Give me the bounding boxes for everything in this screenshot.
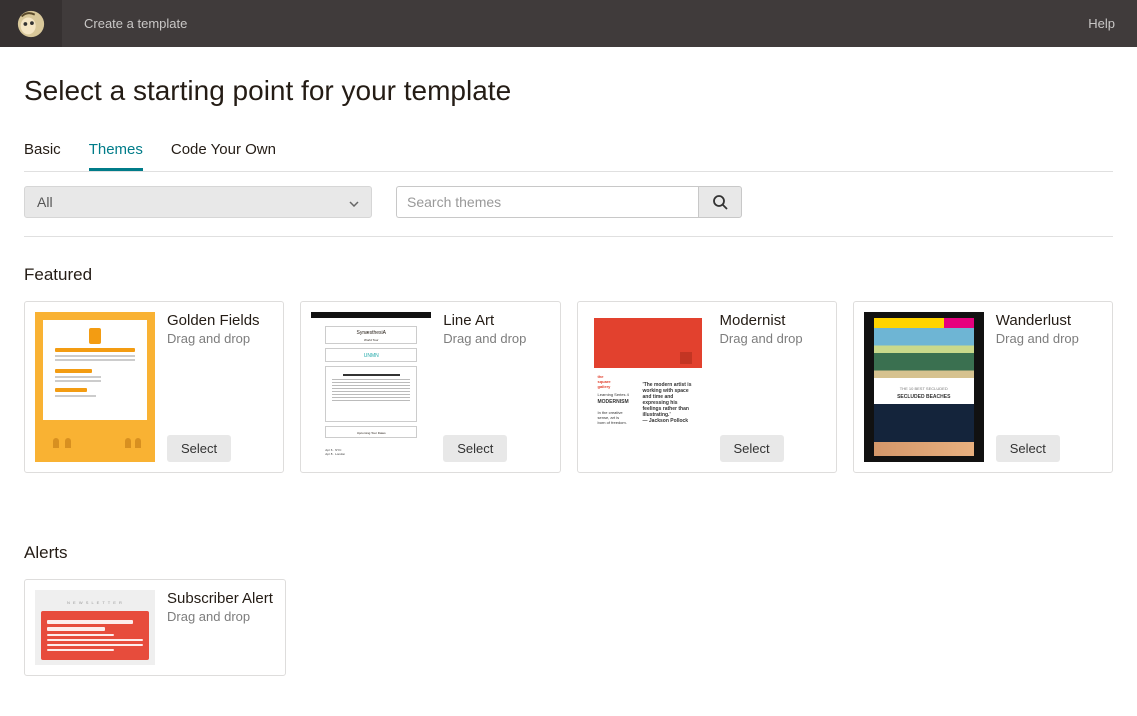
template-subtitle: Drag and drop: [720, 331, 826, 346]
create-template-link[interactable]: Create a template: [62, 16, 209, 31]
template-thumbnail[interactable]: thesquaregallery Learning Series 4 MODER…: [588, 312, 708, 462]
template-subtitle: Drag and drop: [167, 331, 273, 346]
tabs: Basic Themes Code Your Own: [24, 141, 1113, 172]
select-button[interactable]: Select: [996, 435, 1060, 462]
alerts-heading: Alerts: [24, 543, 1113, 563]
dropdown-selected: All: [37, 194, 53, 210]
template-thumbnail[interactable]: THE 10 BEST SECLUDEDSECLUDED BEACHES: [864, 312, 984, 462]
filters-row: All: [24, 172, 1113, 237]
template-subtitle: Drag and drop: [167, 609, 275, 624]
template-title: Line Art: [443, 312, 549, 329]
select-button[interactable]: Select: [167, 435, 231, 462]
tab-code-your-own[interactable]: Code Your Own: [171, 141, 276, 171]
search-button[interactable]: [698, 186, 742, 218]
top-bar: Create a template Help: [0, 0, 1137, 47]
template-title: Subscriber Alert: [167, 590, 275, 607]
search-input[interactable]: [396, 186, 698, 218]
template-thumbnail[interactable]: [35, 312, 155, 462]
page-title: Select a starting point for your templat…: [24, 75, 1113, 107]
template-thumbnail[interactable]: N E W S L E T T E R: [35, 590, 155, 665]
template-card-wanderlust: THE 10 BEST SECLUDEDSECLUDED BEACHES Wan…: [853, 301, 1113, 473]
template-card-line-art: SynæsthesiAWorld Tour UNMN Upcoming Tour…: [300, 301, 560, 473]
main-content: Select a starting point for your templat…: [0, 47, 1137, 716]
category-dropdown[interactable]: All: [24, 186, 372, 218]
search-icon: [712, 194, 728, 210]
select-button[interactable]: Select: [720, 435, 784, 462]
chevron-down-icon: [349, 194, 359, 210]
alerts-row: N E W S L E T T E R Subscriber Alert Dra…: [24, 579, 1113, 676]
template-card-golden-fields: Golden Fields Drag and drop Select: [24, 301, 284, 473]
search-wrap: [396, 186, 742, 218]
template-thumbnail[interactable]: SynæsthesiAWorld Tour UNMN Upcoming Tour…: [311, 312, 431, 462]
template-subtitle: Drag and drop: [996, 331, 1102, 346]
tab-basic[interactable]: Basic: [24, 141, 61, 171]
featured-heading: Featured: [24, 265, 1113, 285]
template-card-subscriber-alert: N E W S L E T T E R Subscriber Alert Dra…: [24, 579, 286, 676]
featured-row: Golden Fields Drag and drop Select Synæs…: [24, 301, 1113, 473]
mailchimp-logo-icon[interactable]: [0, 0, 62, 47]
mailchimp-icon: [16, 9, 46, 39]
tab-themes[interactable]: Themes: [89, 141, 143, 171]
template-title: Wanderlust: [996, 312, 1102, 329]
help-link[interactable]: Help: [1066, 16, 1137, 31]
template-title: Golden Fields: [167, 312, 273, 329]
topbar-left: Create a template: [0, 0, 209, 47]
template-card-modernist: thesquaregallery Learning Series 4 MODER…: [577, 301, 837, 473]
template-subtitle: Drag and drop: [443, 331, 549, 346]
select-button[interactable]: Select: [443, 435, 507, 462]
template-title: Modernist: [720, 312, 826, 329]
